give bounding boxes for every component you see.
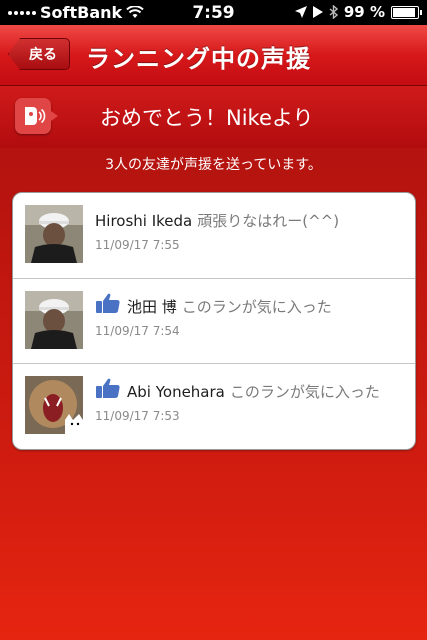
- cheer-banner: おめでとう！Nikeより: [0, 86, 427, 148]
- like-thumbs-up-icon: [96, 293, 120, 313]
- list-item[interactable]: Abi Yonehara このランが気に入った 11/09/17 7:53: [13, 363, 415, 449]
- like-thumbs-up-icon: [96, 378, 120, 398]
- battery-percent: 99 %: [343, 3, 385, 21]
- sender-name: Hiroshi Ikeda: [95, 212, 193, 230]
- cheer-speaker-icon: [15, 98, 58, 134]
- avatar: [25, 376, 83, 434]
- page-title: ランニング中の声援: [86, 45, 311, 73]
- cheer-banner-text: おめでとう！Nikeより: [100, 106, 314, 130]
- cheer-message: このランが気に入った: [181, 298, 332, 316]
- navigation-bar: 戻る ランニング中の声援: [0, 25, 427, 86]
- bluetooth-icon: [329, 5, 338, 19]
- battery-fill: [393, 7, 415, 17]
- cheer-message: このランが気に入った: [229, 383, 380, 401]
- list-item[interactable]: Hiroshi Ikeda 頑張りなはれー(^^) 11/09/17 7:55: [13, 193, 415, 278]
- sender-name: Abi Yonehara: [127, 383, 225, 401]
- play-icon: [312, 6, 323, 18]
- back-button[interactable]: 戻る: [8, 38, 70, 70]
- cheer-text: 池田 博このランが気に入った: [127, 296, 332, 317]
- cheer-text: Abi Yonehara このランが気に入った: [127, 381, 380, 402]
- cheer-text: Hiroshi Ikeda 頑張りなはれー(^^): [95, 210, 339, 231]
- cheer-time: 11/09/17 7:53: [95, 409, 180, 423]
- cheer-summary: 3人の友達が声援を送っています。: [105, 157, 322, 173]
- cheer-time: 11/09/17 7:54: [95, 324, 180, 338]
- cheers-list: Hiroshi Ikeda 頑張りなはれー(^^) 11/09/17 7:55 池…: [12, 192, 416, 450]
- location-arrow-icon: [294, 6, 307, 18]
- list-item[interactable]: 池田 博このランが気に入った 11/09/17 7:54: [13, 278, 415, 364]
- avatar: [25, 291, 83, 349]
- sender-name: 池田 博: [127, 298, 177, 316]
- avatar: [25, 205, 83, 263]
- status-bar: SoftBank 7:59 99 %: [0, 0, 427, 25]
- cheer-time: 11/09/17 7:55: [95, 238, 180, 252]
- cheer-message: 頑張りなはれー(^^): [197, 212, 340, 230]
- battery-icon: [391, 5, 422, 19]
- status-right: 99 %: [294, 3, 422, 21]
